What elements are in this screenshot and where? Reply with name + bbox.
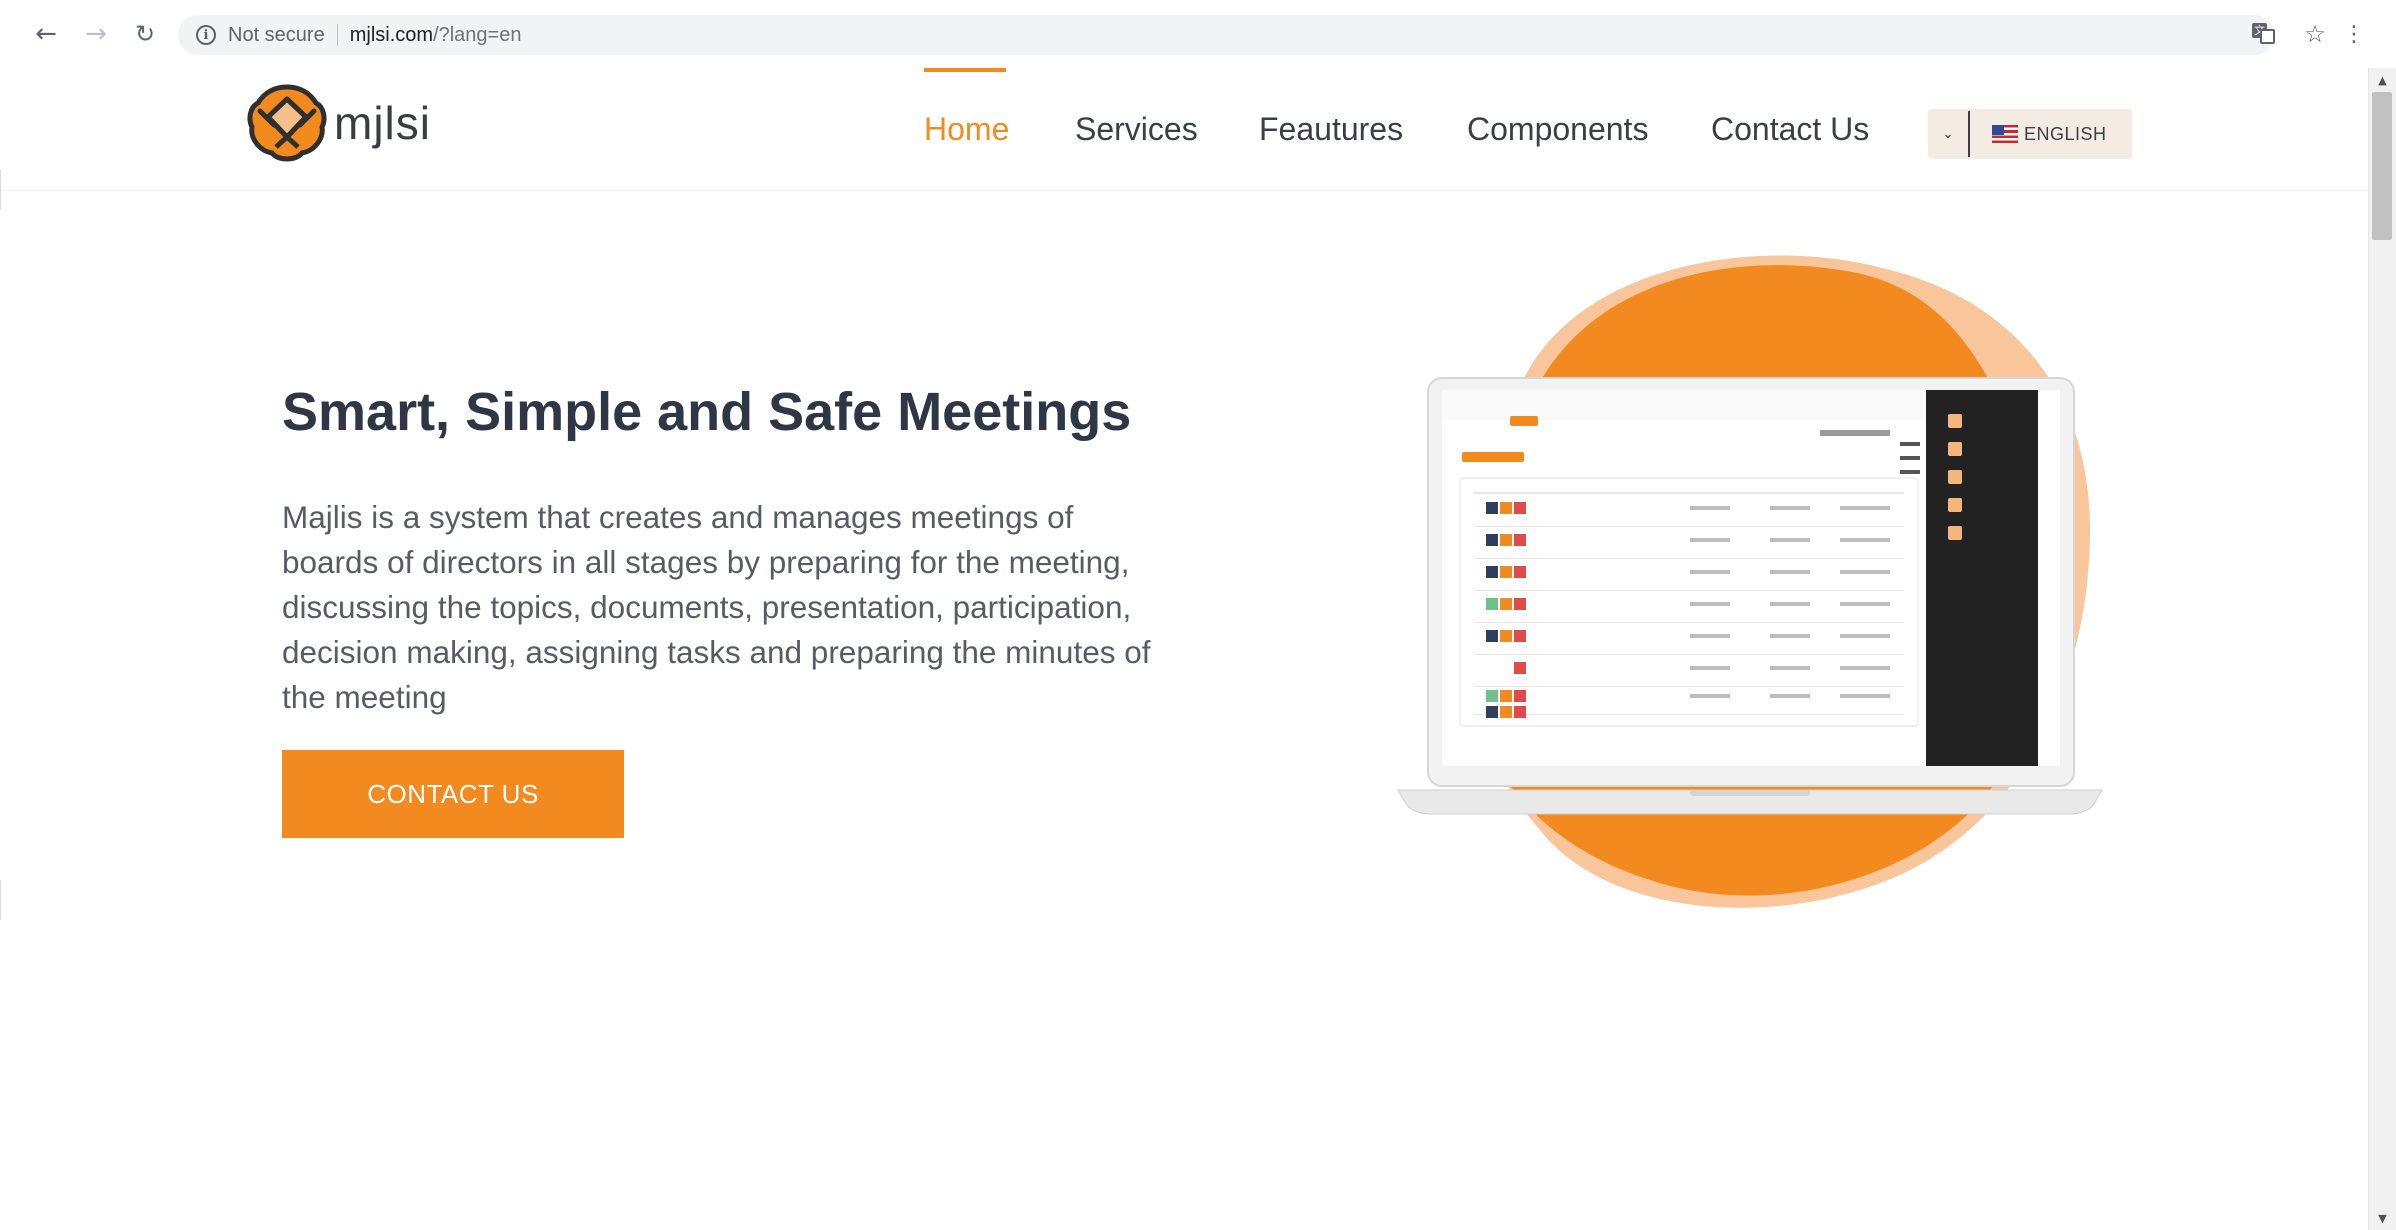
site-logo[interactable]: mjlsi xyxy=(246,81,431,165)
bookmark-button[interactable]: ☆ xyxy=(2300,18,2330,50)
back-button[interactable]: ← xyxy=(28,16,64,52)
hero-illustration xyxy=(1390,230,2110,930)
us-flag-icon xyxy=(1992,125,2018,143)
arrow-right-icon: → xyxy=(85,19,107,49)
nav-active-indicator xyxy=(924,68,1006,72)
nav-features[interactable]: Feautures xyxy=(1259,111,1403,148)
translate-icon: 文 xyxy=(2252,23,2276,45)
logo-mark-icon xyxy=(247,84,327,162)
translate-button[interactable]: 文 xyxy=(2252,18,2276,50)
arrow-left-icon: ← xyxy=(35,19,57,49)
chevron-down-icon: ⌄ xyxy=(1942,126,1954,142)
kebab-menu-icon: ⋮ xyxy=(2343,21,2365,47)
nav-services[interactable]: Services xyxy=(1075,111,1198,148)
site-header: mjlsi Home Services Feautures Components… xyxy=(0,68,2368,191)
hero-title: Smart, Simple and Safe Meetings xyxy=(282,382,1132,442)
page-edge-mark xyxy=(0,170,1,210)
browser-toolbar: ← → ↻ i Not secure mjlsi.com /?lang=en 文… xyxy=(0,0,2396,69)
info-icon[interactable]: i xyxy=(196,25,216,45)
address-bar[interactable]: i Not secure mjlsi.com /?lang=en xyxy=(178,15,2274,55)
reload-button[interactable]: ↻ xyxy=(127,16,163,52)
contact-us-button[interactable]: CONTACT US xyxy=(282,750,624,838)
star-icon: ☆ xyxy=(2304,20,2326,48)
url-host: mjlsi.com xyxy=(349,23,434,46)
address-separator xyxy=(336,24,338,46)
nav-home[interactable]: Home xyxy=(924,111,1009,148)
reload-icon: ↻ xyxy=(134,20,156,48)
page-edge-mark xyxy=(0,880,1,920)
language-select[interactable]: ⌄ ENGLISH xyxy=(1928,109,2132,159)
hero-description: Majlis is a system that creates and mana… xyxy=(282,499,1151,715)
forward-button[interactable]: → xyxy=(78,16,114,52)
url-path: /?lang=en xyxy=(433,23,522,46)
laptop-mockup-image xyxy=(1397,255,2103,908)
nav-contact-us[interactable]: Contact Us xyxy=(1711,111,1869,148)
security-label: Not secure xyxy=(228,23,325,46)
scroll-up-arrow-icon[interactable]: ▲ xyxy=(2369,70,2396,90)
logo-text: mjlsi xyxy=(334,97,431,149)
scroll-down-arrow-icon[interactable]: ▼ xyxy=(2369,1208,2396,1228)
nav-components[interactable]: Components xyxy=(1467,111,1648,148)
language-divider xyxy=(1968,111,1970,157)
browser-menu-button[interactable]: ⋮ xyxy=(2343,18,2365,50)
scroll-thumb[interactable] xyxy=(2372,92,2392,240)
page-scrollbar[interactable]: ▲ ▼ xyxy=(2368,68,2396,1230)
language-label: ENGLISH xyxy=(2024,123,2107,144)
